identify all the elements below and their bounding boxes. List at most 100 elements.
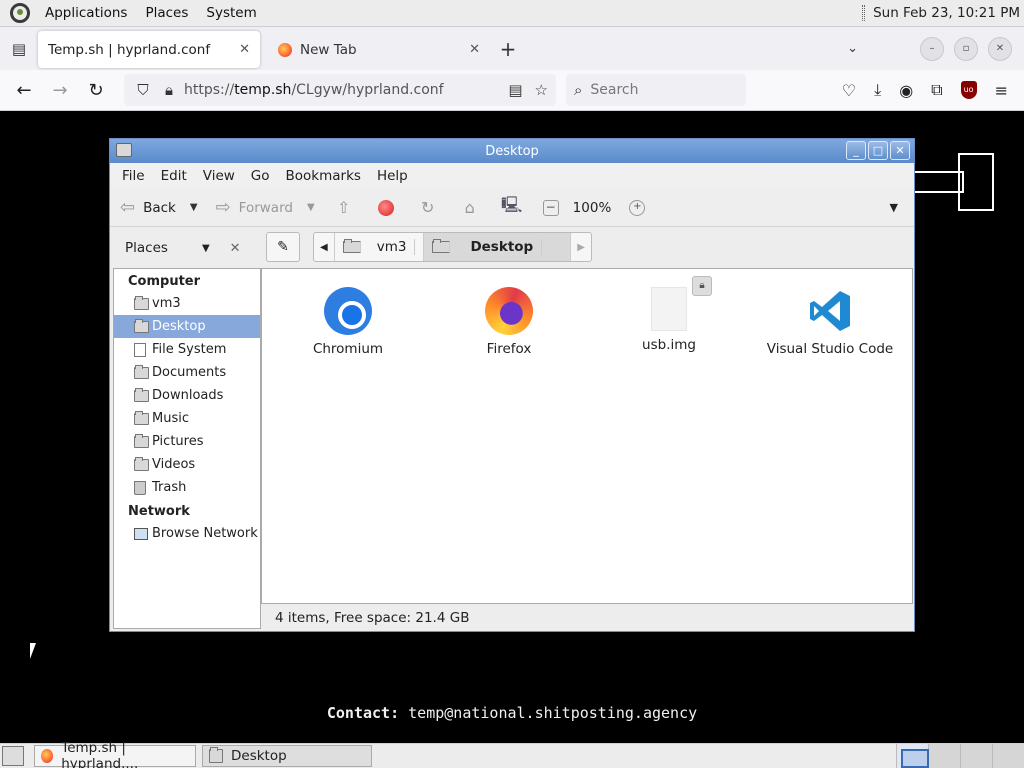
sidebar-item-file-system[interactable]: File System [114,338,260,361]
menu-go[interactable]: Go [243,168,278,184]
close-button[interactable]: ✕ [890,141,910,160]
breadcrumb-desktop[interactable]: Desktop [424,233,572,261]
zoom-out-button[interactable]: − [542,199,559,216]
up-arrow-icon[interactable]: ⇧ [333,197,355,219]
menu-help[interactable]: Help [369,168,416,184]
file-item-firefox[interactable]: Firefox [434,287,584,357]
downloads-icon[interactable]: ⤓ [874,80,881,100]
new-tab-button[interactable]: + [490,37,526,61]
panel-handle[interactable] [862,5,866,21]
edit-location-button[interactable]: ✎ [266,232,300,262]
close-sidebar-icon[interactable]: ✕ [230,241,241,256]
tab-overflow-chevron-icon[interactable]: ⌄ [847,41,858,56]
zoom-level[interactable]: 100% [573,200,612,216]
sidebar-dropdown-icon[interactable]: ▼ [202,243,210,254]
close-tab-icon[interactable]: ✕ [469,42,480,57]
reader-view-icon[interactable]: ▤ [508,81,522,99]
minimize-window-button[interactable]: – [920,36,944,61]
tab-new-tab[interactable]: New Tab ✕ [268,31,490,68]
minimize-button[interactable]: _ [846,141,866,160]
top-panel: Applications Places System Sun Feb 23, 1… [0,0,1024,27]
toolbar-overflow-icon[interactable]: ▼ [890,201,898,214]
home-folder-icon [342,239,361,253]
file-manager-window: Desktop _ □ ✕ File Edit View Go Bookmark… [109,138,915,632]
sidebar-item-desktop[interactable]: Desktop [114,315,260,338]
stop-button[interactable] [375,197,397,219]
maximize-button[interactable]: □ [868,141,888,160]
tab-title: Temp.sh | hyprland.conf [48,41,211,58]
reload-icon[interactable]: ↻ [417,197,439,219]
show-desktop-icon[interactable] [2,746,24,766]
computer-icon[interactable]: 🖳︎ [501,195,523,219]
back-arrow-icon[interactable]: ← [6,80,42,101]
applications-menu[interactable]: Applications [36,5,136,21]
menu-view[interactable]: View [195,168,243,184]
taskbar-item-desktop[interactable]: Desktop [202,745,372,767]
clock[interactable]: Sun Feb 23, 10:21 PM [873,5,1020,21]
trash-icon [134,480,146,495]
tab-temp-sh[interactable]: Temp.sh | hyprland.conf ✕ [38,31,260,68]
extensions-icon[interactable]: ⧉ [931,80,942,100]
sidebar-type-selector[interactable]: Places [125,240,168,256]
close-window-button[interactable]: ✕ [988,36,1012,61]
back-button[interactable]: ⇦ Back [120,197,176,218]
places-menu[interactable]: Places [136,5,197,21]
breadcrumb-right-arrow-icon[interactable]: ▶ [571,233,591,261]
forward-arrow-icon: ⇨ [215,197,231,218]
sidebar-item-downloads[interactable]: Downloads [114,384,260,407]
pocket-icon[interactable]: ♡ [842,81,856,100]
sidebar-item-videos[interactable]: Videos [114,453,260,476]
ublock-origin-icon[interactable]: uo [960,81,977,99]
sidebar-item-browse-network[interactable]: Browse Network [114,522,260,545]
file-item-usb-img[interactable]: 🔒︎ usb.img [594,276,744,353]
workspace-2[interactable] [928,743,960,768]
forward-history-dropdown-icon[interactable]: ▼ [307,202,315,213]
workspace-4[interactable] [992,743,1024,768]
places-list: Computer vm3 Desktop File System Documen… [113,268,261,629]
url-text[interactable]: https://temp.sh/CLgyw/hyprland.conf [184,82,444,98]
home-folder-icon[interactable]: ⌂ [459,197,481,219]
folder-icon [134,364,149,379]
folder-window-icon[interactable] [116,143,132,157]
sidebar-item-vm3[interactable]: vm3 [114,292,260,315]
workspace-3[interactable] [960,743,992,768]
shield-icon[interactable]: ⛉ [132,81,154,99]
menu-hamburger-icon[interactable]: ≡ [995,81,1008,100]
menu-edit[interactable]: Edit [153,168,195,184]
file-item-vscode[interactable]: Visual Studio Code [755,287,905,357]
chromium-icon [324,287,372,335]
forward-button[interactable]: ⇨ Forward [216,197,293,218]
forward-arrow-icon[interactable]: → [42,80,78,101]
folder-icon [134,456,149,471]
system-menu[interactable]: System [197,5,265,21]
folder-icon [134,433,149,448]
icon-view: Chromium Firefox 🔒︎ usb.img Visual Studi… [261,268,913,604]
workspace-1[interactable] [896,743,929,768]
file-item-chromium[interactable]: Chromium [273,287,423,357]
sidebar-item-documents[interactable]: Documents [114,361,260,384]
lock-icon[interactable]: 🔒︎ [158,81,180,99]
folder-icon [134,410,149,425]
contact-email[interactable]: temp@national.shitposting.agency [408,704,697,722]
breadcrumb-left-arrow-icon[interactable]: ◀ [314,233,335,261]
back-history-dropdown-icon[interactable]: ▼ [190,202,198,213]
bottom-panel: Temp.sh | hyprland.... Desktop [0,740,1024,768]
taskbar-item-firefox[interactable]: Temp.sh | hyprland.... [34,740,196,768]
menu-bookmarks[interactable]: Bookmarks [278,168,369,184]
list-all-tabs-icon[interactable]: ▤ [0,40,38,58]
url-bar[interactable]: ⛉ 🔒︎ https://temp.sh/CLgyw/hyprland.conf… [124,74,556,106]
mate-logo-icon[interactable] [10,3,30,23]
sidebar-item-pictures[interactable]: Pictures [114,430,260,453]
search-input[interactable]: ⌕ Search [566,74,746,106]
zoom-in-button[interactable]: + [629,199,646,216]
account-icon[interactable]: ◉ [899,81,913,100]
sidebar-item-music[interactable]: Music [114,407,260,430]
window-titlebar[interactable]: Desktop _ □ ✕ [110,139,914,163]
bookmark-star-icon[interactable]: ☆ [535,81,548,99]
breadcrumb-vm3[interactable]: vm3 [335,233,425,261]
maximize-window-button[interactable]: ▫ [954,36,978,61]
menu-file[interactable]: File [114,168,153,184]
sidebar-item-trash[interactable]: Trash [114,476,260,499]
reload-icon[interactable]: ↻ [78,80,114,101]
close-tab-icon[interactable]: ✕ [239,42,250,57]
